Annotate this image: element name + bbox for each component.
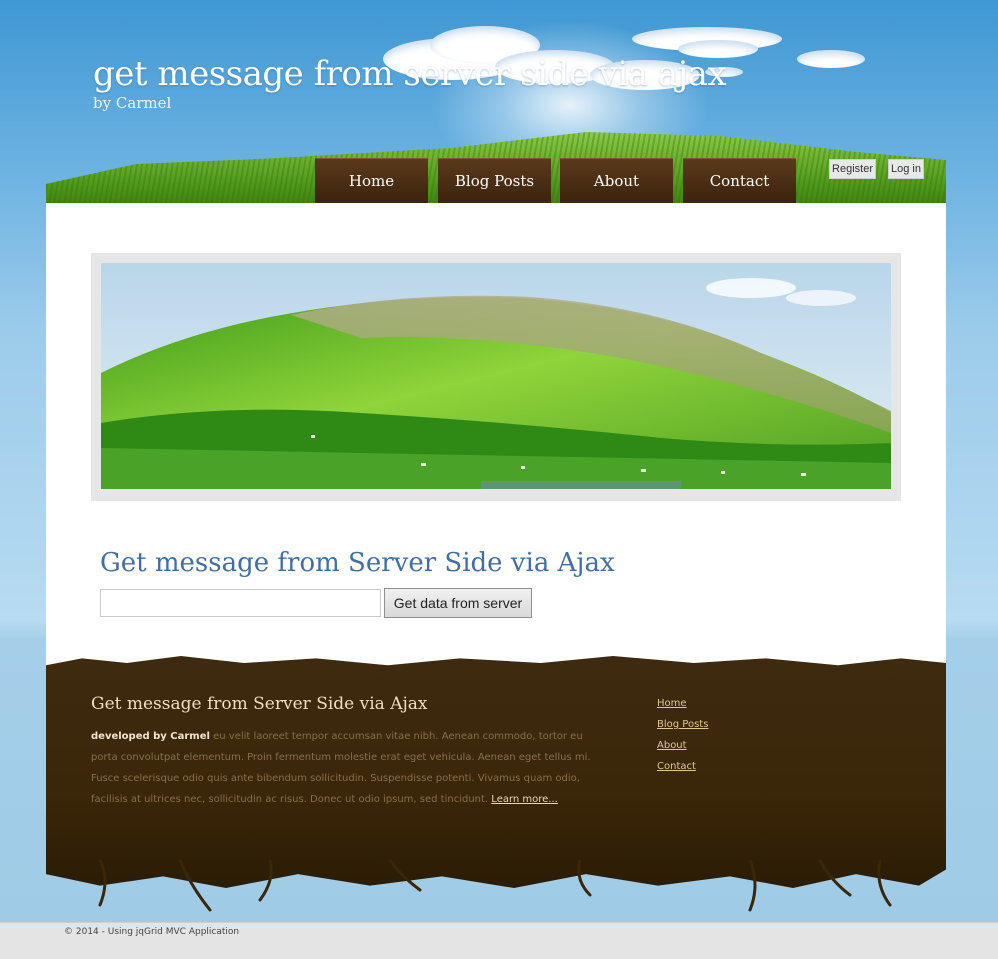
footer-link-blog-posts[interactable]: Blog Posts <box>657 716 708 737</box>
footer-link-about[interactable]: About <box>657 737 708 758</box>
nav-item-label: About <box>593 172 640 190</box>
login-link[interactable]: Log in <box>888 159 924 179</box>
banner-image <box>101 263 891 489</box>
nav-item-home[interactable]: Home <box>315 158 428 203</box>
nav-item-contact[interactable]: Contact <box>683 158 796 203</box>
footer-title: Get message from Server Side via Ajax <box>91 694 428 714</box>
nav-item-label: Blog Posts <box>454 172 535 190</box>
register-link[interactable]: Register <box>829 159 876 179</box>
page-heading: Get message from Server Side via Ajax <box>100 548 615 578</box>
nav-item-blog-posts[interactable]: Blog Posts <box>438 158 551 203</box>
nav-item-label: Home <box>348 172 395 190</box>
nav-item-about[interactable]: About <box>560 158 673 203</box>
footer-link-home[interactable]: Home <box>657 695 708 716</box>
site-title: get message from server side via ajax <box>93 54 727 94</box>
cloud <box>797 50 865 68</box>
site-subtitle: by Carmel <box>93 94 172 112</box>
footer-text: developed by Carmel eu velit laoreet tem… <box>91 726 591 810</box>
nav-item-label: Contact <box>709 172 770 190</box>
roots-decoration <box>98 860 892 912</box>
developer-credit: developed by Carmel <box>91 731 210 742</box>
get-data-button[interactable]: Get data from server <box>384 588 532 618</box>
copyright-text: © 2014 - Using jqGrid MVC Application <box>64 927 240 937</box>
learn-more-link[interactable]: Learn more... <box>491 794 558 805</box>
footer-link-contact[interactable]: Contact <box>657 758 708 779</box>
footer-links: Home Blog Posts About Contact <box>657 695 708 779</box>
mountain-landscape-image <box>101 263 891 489</box>
message-input[interactable] <box>100 589 381 617</box>
